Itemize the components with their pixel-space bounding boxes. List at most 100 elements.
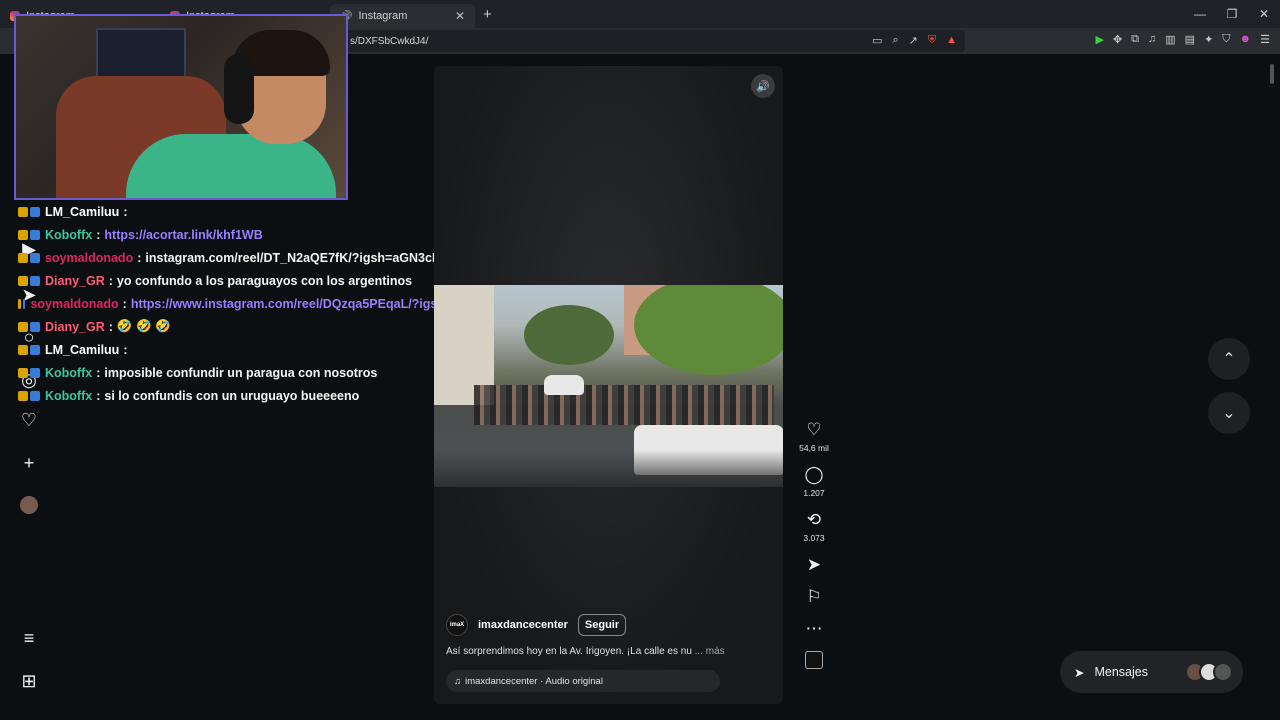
restore-button[interactable]: ❐ — [1216, 0, 1248, 28]
chat-username[interactable]: soymaldonado — [30, 297, 118, 311]
more-menu-icon[interactable]: ≡ — [18, 627, 40, 649]
profile-avatar[interactable] — [18, 494, 40, 516]
comment-count: 1.207 — [803, 488, 825, 498]
headset — [224, 54, 254, 124]
screenshot-icon[interactable]: ⧉ — [1131, 33, 1139, 46]
repost-count: 3.073 — [803, 533, 825, 543]
more-options[interactable]: ⋯ — [794, 619, 834, 639]
audio-cover — [805, 651, 823, 669]
car — [544, 375, 584, 395]
chevron-up-icon: ⌃ — [1222, 351, 1236, 368]
more-link[interactable]: ... más — [695, 646, 725, 657]
url-text: s/DXFSbCwkdJ4/ — [350, 35, 429, 47]
badge-icon — [18, 298, 21, 309]
chat-separator: : — [123, 342, 128, 357]
badge-icon — [18, 321, 28, 332]
comment-icon: ◯ — [804, 465, 824, 484]
chat-username[interactable]: Koboffx — [45, 366, 92, 380]
address-bar[interactable]: s/DXFSbCwkdJ4/ ▭ ⌕ ↗ ⛨ ▲ — [340, 30, 965, 52]
chat-username[interactable]: Diany_GR — [45, 320, 105, 334]
chat-username[interactable]: Koboffx — [45, 228, 92, 242]
reel-card[interactable]: 🔊 imaX imaxdancecenter Seguir Así sorpre… — [434, 66, 783, 704]
badge-icon — [18, 367, 28, 378]
shirt — [126, 134, 336, 198]
browser-tab-active[interactable]: 🔊 Instagram ✕ — [330, 4, 475, 28]
chat-username[interactable]: LM_Camiluu — [45, 205, 119, 219]
chat-username[interactable]: LM_Camiluu — [45, 343, 119, 357]
badge-icon — [18, 344, 28, 355]
badge-icon — [18, 229, 28, 240]
close-window-button[interactable]: ✕ — [1248, 0, 1280, 28]
audio-chip[interactable]: ♫ imaxdancecenter · Audio original — [446, 670, 720, 692]
tree — [634, 285, 783, 375]
more-dots-icon: ⋯ — [805, 619, 823, 638]
speaker-icon: 🔊 — [756, 80, 770, 93]
next-reel-button[interactable]: ⌄ — [1208, 392, 1250, 434]
create-icon[interactable]: + — [18, 452, 40, 474]
chat-text: 🤣 🤣 🤣 — [116, 319, 171, 333]
music-note-icon: ♫ — [454, 675, 462, 687]
chat-separator: : — [96, 365, 101, 380]
chat-separator: : — [108, 273, 113, 288]
menu-icon[interactable]: ☰ — [1260, 33, 1270, 46]
avatar — [1213, 662, 1233, 682]
send-icon: ➤ — [806, 555, 822, 574]
reel-caption: Así sorprendimos hoy en la Av. Irigoyen.… — [446, 646, 725, 657]
new-tab-button[interactable]: + — [483, 6, 492, 23]
profile-icon[interactable]: ☻ — [1240, 33, 1252, 46]
like-action[interactable]: ♡ 54,6 mil — [794, 420, 834, 453]
music-icon[interactable]: ♫ — [1148, 33, 1156, 46]
messages-label: Mensajes — [1094, 665, 1148, 679]
share-action[interactable]: ➤ — [794, 555, 834, 575]
chat-username[interactable]: soymaldonado — [45, 251, 133, 265]
close-tab-icon[interactable]: ✕ — [455, 9, 465, 23]
vpn-icon[interactable]: ⛉ — [1222, 33, 1230, 46]
tree — [524, 305, 614, 365]
brave-shield-icon[interactable]: ⛨ — [928, 34, 936, 47]
rewards-icon[interactable]: ▲ — [946, 34, 957, 47]
chat-separator: : — [122, 296, 127, 311]
install-app-icon[interactable]: ▭ — [872, 34, 882, 47]
minimize-button[interactable]: — — [1184, 0, 1216, 28]
chat-separator: : — [96, 227, 101, 242]
page-scrollbar[interactable] — [1268, 60, 1276, 710]
bookmark-icon: ⚐ — [806, 587, 822, 606]
chevron-down-icon: ⌄ — [1222, 405, 1236, 422]
chat-separator: : — [96, 388, 101, 403]
extension-icons: ▶ ✥ ⧉ ♫ ▥ ▤ ✦ ⛉ ☻ ☰ — [1095, 33, 1270, 46]
chat-text[interactable]: https://acortar.link/khf1WB — [104, 228, 262, 242]
share-icon[interactable]: ↗ — [909, 34, 918, 47]
badge-icon — [18, 390, 28, 401]
webcam-overlay — [14, 14, 348, 200]
notifications-icon[interactable]: ♡ — [18, 409, 40, 431]
previous-reel-button[interactable]: ⌃ — [1208, 338, 1250, 380]
repost-action[interactable]: ⟲ 3.073 — [794, 510, 834, 543]
leo-icon[interactable]: ✦ — [1204, 33, 1213, 46]
badge-icon — [30, 275, 40, 286]
author-avatar[interactable]: imaX — [446, 614, 468, 636]
play-icon[interactable]: ▶ — [1095, 33, 1103, 46]
save-action[interactable]: ⚐ — [794, 587, 834, 607]
chat-text: yo confundo a los paraguayos con los arg… — [116, 273, 413, 288]
also-from-meta-icon[interactable]: ⊞ — [18, 670, 40, 692]
badge-icon — [18, 206, 28, 217]
sidebar-icon[interactable]: ▥ — [1165, 33, 1175, 46]
messages-button[interactable]: ➤ Mensajes — [1060, 651, 1243, 693]
reel-author-row: imaX imaxdancecenter Seguir — [446, 614, 627, 636]
comment-action[interactable]: ◯ 1.207 — [794, 465, 834, 498]
chat-username[interactable]: Koboffx — [45, 389, 92, 403]
mute-button[interactable]: 🔊 — [751, 74, 775, 98]
spectators — [434, 450, 783, 487]
author-name[interactable]: imaxdancecenter — [478, 619, 568, 631]
wallet-icon[interactable]: ▤ — [1185, 33, 1195, 46]
chat-username[interactable]: Diany_GR — [45, 274, 105, 288]
audio-thumbnail[interactable] — [794, 651, 834, 669]
badge-icon — [30, 229, 40, 240]
chat-separator: : — [137, 250, 142, 265]
repost-icon: ⟲ — [806, 510, 822, 529]
badge-icon — [18, 275, 28, 286]
follow-button[interactable]: Seguir — [577, 614, 627, 636]
zoom-icon[interactable]: ⌕ — [892, 34, 898, 47]
reel-video[interactable] — [434, 285, 783, 487]
extensions-icon[interactable]: ✥ — [1113, 33, 1122, 46]
